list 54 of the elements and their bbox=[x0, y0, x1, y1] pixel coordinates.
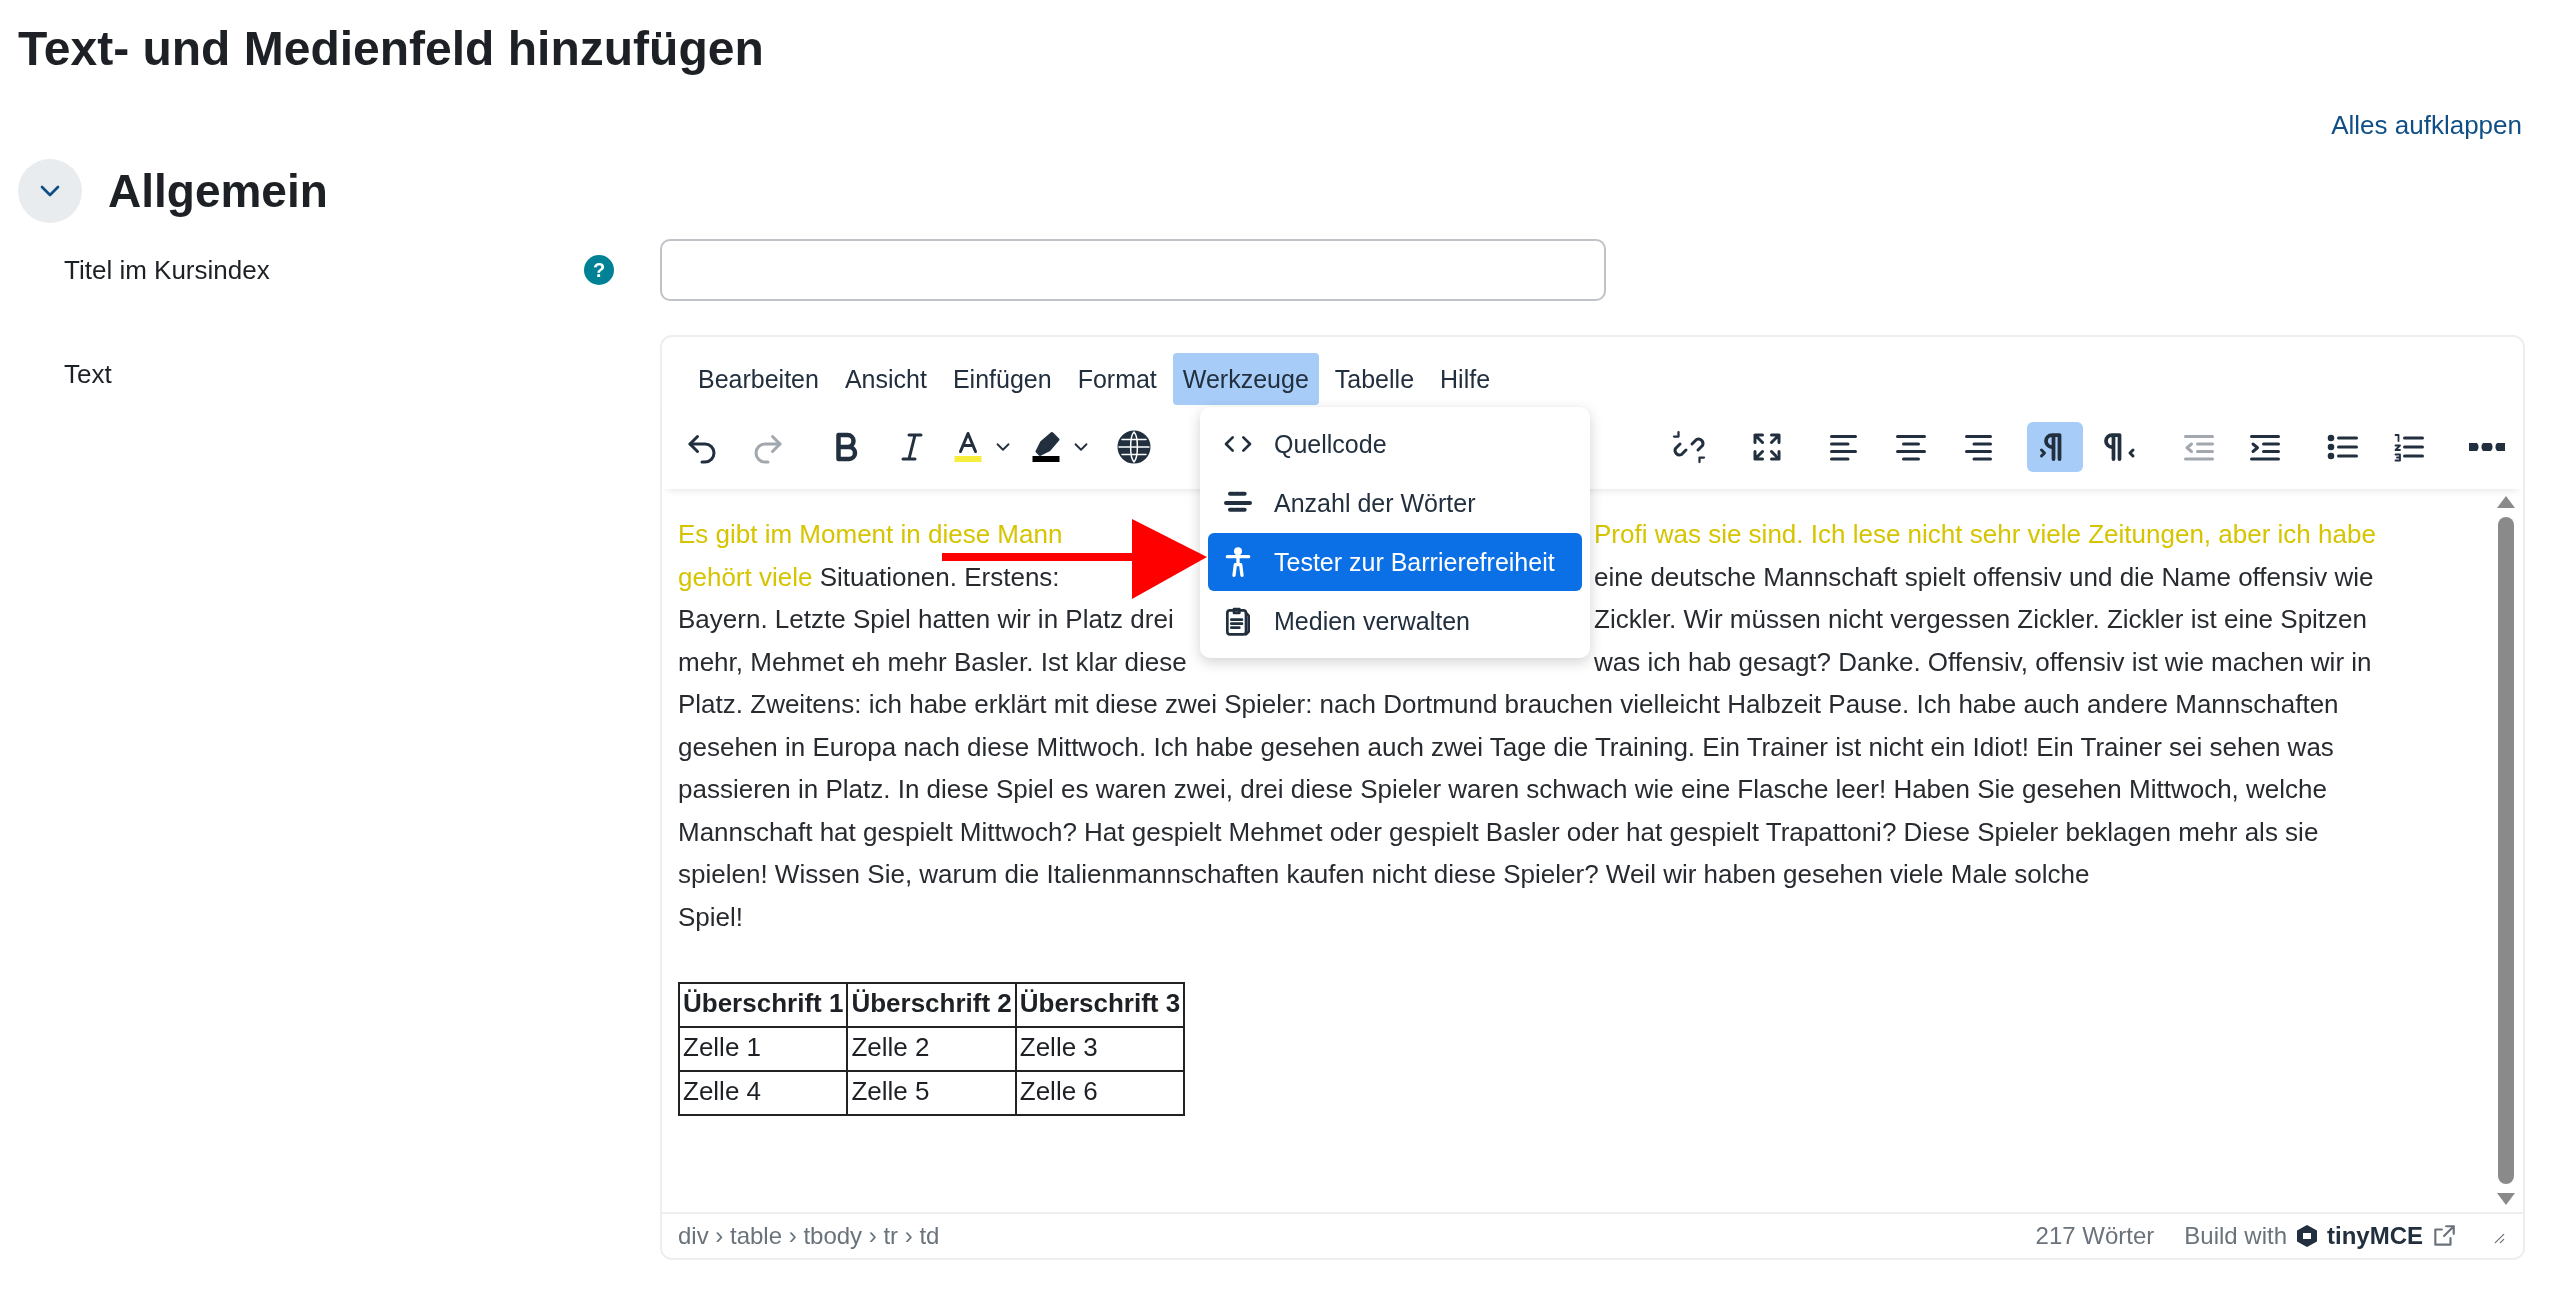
menu-item[interactable]: Bearbeiten bbox=[688, 353, 829, 405]
menu-item[interactable]: Einfügen bbox=[942, 353, 1062, 405]
dropdown-item[interactable]: Quellcode bbox=[1208, 415, 1582, 473]
table-header-cell: Überschrift 2 bbox=[847, 983, 1016, 1027]
table-cell: Zelle 6 bbox=[1015, 1071, 1185, 1115]
table-cell: Zelle 3 bbox=[1015, 1027, 1185, 1071]
section-title: Allgemein bbox=[108, 164, 328, 218]
toolbar-button[interactable] bbox=[2027, 422, 2083, 472]
paragraph-text: Profi was sie sind. Ich lese nicht sehr viele Zeitungen, aber ich habe bbox=[1594, 519, 2376, 549]
page-title: Text- und Medienfeld hinzufügen bbox=[18, 21, 765, 77]
dropdown-item[interactable]: Medien verwalten bbox=[1208, 592, 1582, 650]
more-icon bbox=[2469, 443, 2505, 451]
paragraph-text: gehört viele bbox=[678, 561, 814, 592]
table-header-cell: Überschrift 3 bbox=[1015, 983, 1185, 1027]
title-input-field[interactable] bbox=[660, 239, 1606, 301]
paragraph-text: Situationen. Erstens: bbox=[819, 561, 1060, 592]
scroll-up-icon[interactable] bbox=[2496, 495, 2516, 509]
field-label: Titel im Kursindex bbox=[64, 254, 271, 286]
paragraph-text: was ich hab gesagt? Danke. Offensiv, offensiv ist wie machen wir in bbox=[1594, 646, 2372, 677]
paragraph-text: Platz. Zweitens: ich habe erklärt mit diese zwei Spieler: nach Dortmund brauchen vielleicht Halbzeit Pause. Ich habe auch andere Mannschaften bbox=[678, 689, 2339, 719]
menu-item[interactable]: Format bbox=[1067, 353, 1167, 405]
paragraph-text: Spiel! bbox=[678, 901, 744, 932]
paragraph-text: gesehen in Europa nach diese Mittwoch. Ich habe gesehen auch zwei Tage die Training. Ein Trainer ist nicht ein Idiot! Ein Trainer sei sehen was bbox=[678, 731, 2334, 762]
paragraph-text: mehr, Mehmet eh mehr Basler. Ist klar diese bbox=[678, 646, 1187, 677]
paragraph-text: Mannschaft hat gespielt Mittwoch? Hat gespielt Mehmet oder gespielt Basler oder hat gespielt Trapattoni? Diese Spieler beklagen mehr als sie bbox=[678, 816, 2319, 847]
paragraph-text: Zickler. Wir müssen nicht vergessen Zickler. Zickler ist eine Spitzen bbox=[1594, 604, 2368, 634]
table-header-cell: Überschrift 1 bbox=[679, 983, 848, 1027]
branding-link[interactable]: Build with tinyMCE bbox=[2184, 1222, 2457, 1250]
element-path: div › table › tbody › tr › td bbox=[678, 1222, 941, 1250]
table-cell: Zelle 4 bbox=[679, 1071, 848, 1115]
external-link-icon bbox=[2431, 1223, 2457, 1249]
table-cell: Zelle 1 bbox=[679, 1027, 848, 1071]
menu-item[interactable]: Werkzeuge bbox=[1172, 353, 1319, 405]
table-cell: Zelle 2 bbox=[847, 1027, 1016, 1071]
menu-item[interactable]: Tabelle bbox=[1324, 353, 1425, 405]
expand-all-link[interactable]: Alles aufklappen bbox=[2331, 110, 2522, 141]
table-cell: Zelle 5 bbox=[847, 1071, 1016, 1115]
help-icon[interactable]: ? bbox=[584, 255, 614, 285]
logo-icon bbox=[2295, 1224, 2319, 1248]
paragraph-text: Es gibt im Moment in diese Mann bbox=[678, 519, 1063, 549]
field-label: Text bbox=[64, 359, 113, 390]
menu-item[interactable]: Hilfe bbox=[1430, 353, 1501, 405]
word-count[interactable]: 217 Wörter bbox=[2035, 1222, 2155, 1250]
globe-icon bbox=[1116, 429, 1152, 465]
dropdown-item[interactable]: Anzahl der Wörter bbox=[1208, 474, 1582, 532]
scroll-down-icon[interactable] bbox=[2496, 1192, 2516, 1206]
menu-item[interactable]: Ansicht bbox=[834, 353, 937, 405]
paragraph-text: eine deutsche Mannschaft spielt offensiv und die Name offensiv wie bbox=[1594, 561, 2374, 592]
scrollbar-thumb[interactable] bbox=[2498, 517, 2514, 1184]
paragraph-text: passieren in Platz. In diese Spiel es waren zwei, drei diese Spieler waren schwach wie eine Flasche leer! Haben Sie gesehen Mittwoch, welche bbox=[678, 774, 2327, 804]
paragraph-text: Bayern. Letzte Spiel hatten wir in Platz drei bbox=[678, 604, 1174, 634]
paragraph-text: spielen! Wissen Sie, warum die Italienmannschaften kaufen nicht diese Spieler? Weil wir haben gesehen viele Male solche bbox=[678, 859, 2090, 889]
unlink-icon bbox=[1671, 429, 1707, 465]
dropdown-item[interactable]: Tester zur Barrierefreiheit bbox=[1208, 533, 1582, 591]
